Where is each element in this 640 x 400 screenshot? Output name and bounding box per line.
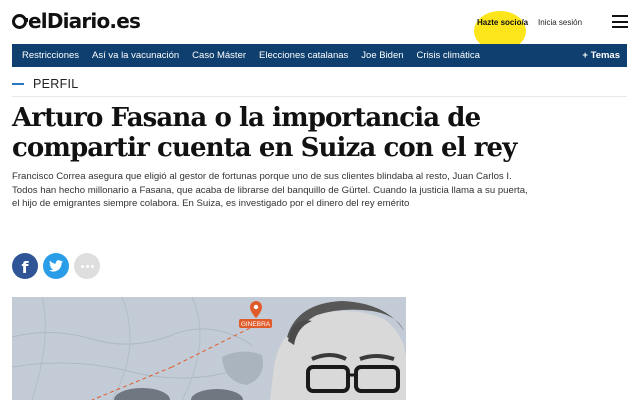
article-kicker: PERFIL <box>12 77 79 91</box>
subscribe-button[interactable]: Hazte socio/a <box>472 11 529 51</box>
logo-text: elDiario.es <box>28 9 141 33</box>
divider <box>12 96 627 97</box>
article-summary: Francisco Correa asegura que eligió al g… <box>12 171 528 209</box>
more-icon <box>80 264 94 268</box>
nav-item-elecciones-catalanas[interactable]: Elecciones catalanas <box>259 50 348 61</box>
nav-item-restricciones[interactable]: Restricciones <box>22 50 79 61</box>
nav-item-crisis-climatica[interactable]: Crisis climática <box>417 50 480 61</box>
kicker-line <box>12 83 24 85</box>
nav-item-vacunacion[interactable]: Así va la vacunación <box>92 50 179 61</box>
more-share-button[interactable] <box>74 253 100 279</box>
logo-mark-icon <box>12 13 28 29</box>
article-headline: Arturo Fasana o la importancia de compar… <box>12 103 517 163</box>
facebook-share-button[interactable]: f <box>12 253 38 279</box>
nav-list: Restricciones Así va la vacunación Caso … <box>12 44 483 67</box>
site-logo[interactable]: elDiario.es <box>12 9 141 33</box>
more-topics-button[interactable]: + Temas <box>582 50 620 61</box>
nav-item-caso-master[interactable]: Caso Máster <box>192 50 246 61</box>
facebook-icon: f <box>21 257 29 277</box>
site-header: elDiario.es Hazte socio/a Inicia sesión <box>0 0 640 51</box>
topics-navbar: Restricciones Así va la vacunación Caso … <box>12 44 627 67</box>
article-photo[interactable]: GINEBRA <box>12 297 406 400</box>
twitter-share-button[interactable] <box>43 253 69 279</box>
subscribe-label: Hazte socio/a <box>477 18 529 27</box>
nav-item-joe-biden[interactable]: Joe Biden <box>361 50 403 61</box>
menu-icon[interactable] <box>612 15 628 28</box>
kicker-text[interactable]: PERFIL <box>33 77 79 91</box>
photo-illustration: GINEBRA <box>12 297 406 400</box>
map-label: GINEBRA <box>241 321 271 328</box>
twitter-icon <box>49 260 63 272</box>
login-link[interactable]: Inicia sesión <box>538 18 582 27</box>
